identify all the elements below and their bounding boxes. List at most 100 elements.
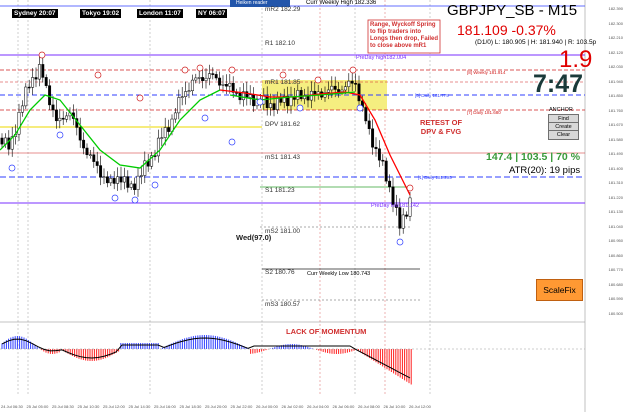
candle-body [51, 104, 55, 111]
fractal-low [356, 104, 364, 112]
fractal-low [296, 104, 304, 112]
price-axis-label: 180.950 [608, 238, 623, 243]
fractal-low [396, 238, 404, 246]
level-r1: R1 182.10 [265, 40, 295, 47]
candle-body [61, 117, 65, 120]
candle-body [160, 137, 164, 139]
fractal-low [111, 194, 119, 202]
level-s1: S1 181.23 [265, 187, 295, 194]
candle-body [218, 77, 222, 86]
chart-window: Heiken reader Sydney 20:07 Tokyo 19:02 L… [0, 0, 625, 412]
oscillator-histogram [0, 335, 585, 385]
candle-body [0, 137, 4, 145]
time-axis-label: 26 Jul 08:00 [358, 404, 380, 409]
level-daily-295: [1] Daily 181.295 [418, 175, 452, 180]
candle-body [54, 109, 58, 122]
level-weekly: [8] Weekly 181.914 [467, 70, 506, 75]
candle-body [187, 90, 191, 92]
price-axis-label: 182.210 [608, 35, 623, 40]
fractal-low [56, 131, 64, 139]
candle-body [105, 176, 109, 184]
level-s2: S2 180.76 [265, 269, 295, 276]
candle-body [78, 127, 82, 141]
candle-body [119, 176, 123, 183]
candle-body [180, 96, 184, 98]
price-axis-label: 181.130 [608, 209, 623, 214]
level-mr1: mR1 181.85 [265, 79, 301, 86]
session-ny: NY 06:07 [196, 9, 228, 18]
candle-body [357, 83, 361, 102]
candle-body [405, 214, 409, 217]
atr-readout: ATR(20): 19 pips [509, 165, 581, 176]
candle-body [92, 154, 96, 162]
candle-body [214, 74, 218, 79]
fractal-high [228, 66, 236, 74]
price-axis-label: 182.390 [608, 6, 623, 11]
time-axis-label: 24 Jul 06:30 [1, 404, 23, 409]
candle-body [44, 77, 48, 86]
candle-body [398, 207, 402, 229]
level-wed: Wed(97.0) [236, 233, 272, 242]
candle-body [367, 120, 371, 130]
candle-body [350, 80, 354, 84]
candle-body [401, 214, 405, 229]
time-axis-label: 25 Jul 05:00 [26, 404, 49, 409]
candle-body [333, 85, 337, 90]
price-axis-label: 180.770 [608, 267, 623, 272]
price-axis-label: 181.670 [608, 122, 623, 127]
candle-body [37, 64, 41, 80]
annotation-momentum: LACK OF MOMENTUM [286, 327, 367, 336]
fractal-high [406, 184, 414, 192]
fractal-low [151, 181, 159, 189]
anchor-title: ANCHOR [549, 107, 573, 113]
fractal-high [136, 94, 144, 102]
fractal-low [131, 196, 139, 204]
candle-body [48, 85, 52, 106]
fractal-low [8, 164, 16, 172]
spread-value: 1.9 [559, 46, 593, 73]
price-axis-label: 180.590 [608, 296, 623, 301]
time-axis-label: 26 Jul 10:00 [383, 404, 406, 409]
candle-body [326, 89, 330, 93]
price-axis-label: 181.400 [608, 165, 623, 171]
candle-body [252, 94, 256, 107]
anchor-clear-button[interactable]: Clear [548, 130, 579, 140]
candle-body [85, 147, 89, 156]
candle-body [126, 176, 130, 188]
time-axis-label: 26 Jul 04:00 [307, 404, 329, 409]
candle-body [173, 112, 177, 120]
level-daily-1775: [5] Daily 181.775 [415, 93, 449, 98]
candle-body [330, 85, 334, 91]
candle-body [224, 84, 228, 87]
level-curr-weekly-low: Curr Weekly Low 180.743 [307, 271, 371, 277]
price-axis-label: 182.120 [608, 49, 623, 55]
candle-body [116, 176, 120, 184]
candle-body [221, 84, 225, 86]
candle-body [354, 83, 358, 85]
candle-body [133, 183, 137, 190]
scalefix-button[interactable]: ScaleFix [536, 279, 583, 301]
level-daily-680: [7] Daily 181.680 [467, 110, 501, 115]
session-tokyo: Tokyo 19:02 [80, 9, 122, 18]
fractal-low [228, 138, 236, 146]
countdown-timer: 7:47 [533, 70, 584, 98]
candle-body [156, 137, 160, 157]
time-axis-label: 26 Jul 06:00 [332, 404, 355, 409]
candle-body [340, 89, 344, 92]
candle-body [337, 89, 341, 92]
candle-body [129, 183, 133, 188]
price-axis-label: 180.680 [608, 281, 623, 287]
fractal-high [314, 76, 322, 84]
candle-body [299, 90, 303, 100]
candle-body [207, 73, 211, 79]
candles [0, 55, 412, 236]
annotation-retest: RETEST OF DPV & FVG [419, 118, 463, 136]
time-axis-label: 25 Jul 14:30 [128, 404, 151, 409]
time-axis-label: 26 Jul 12:00 [409, 404, 431, 409]
candle-body [58, 117, 62, 122]
fractal-high [279, 71, 287, 79]
candle-body [102, 176, 106, 178]
level-mr2: mR2 182.29 [265, 6, 301, 13]
level-curr-weekly-high: Curr Weekly High 182.336 [306, 0, 377, 6]
time-axis-label: 25 Jul 18:30 [179, 404, 202, 409]
